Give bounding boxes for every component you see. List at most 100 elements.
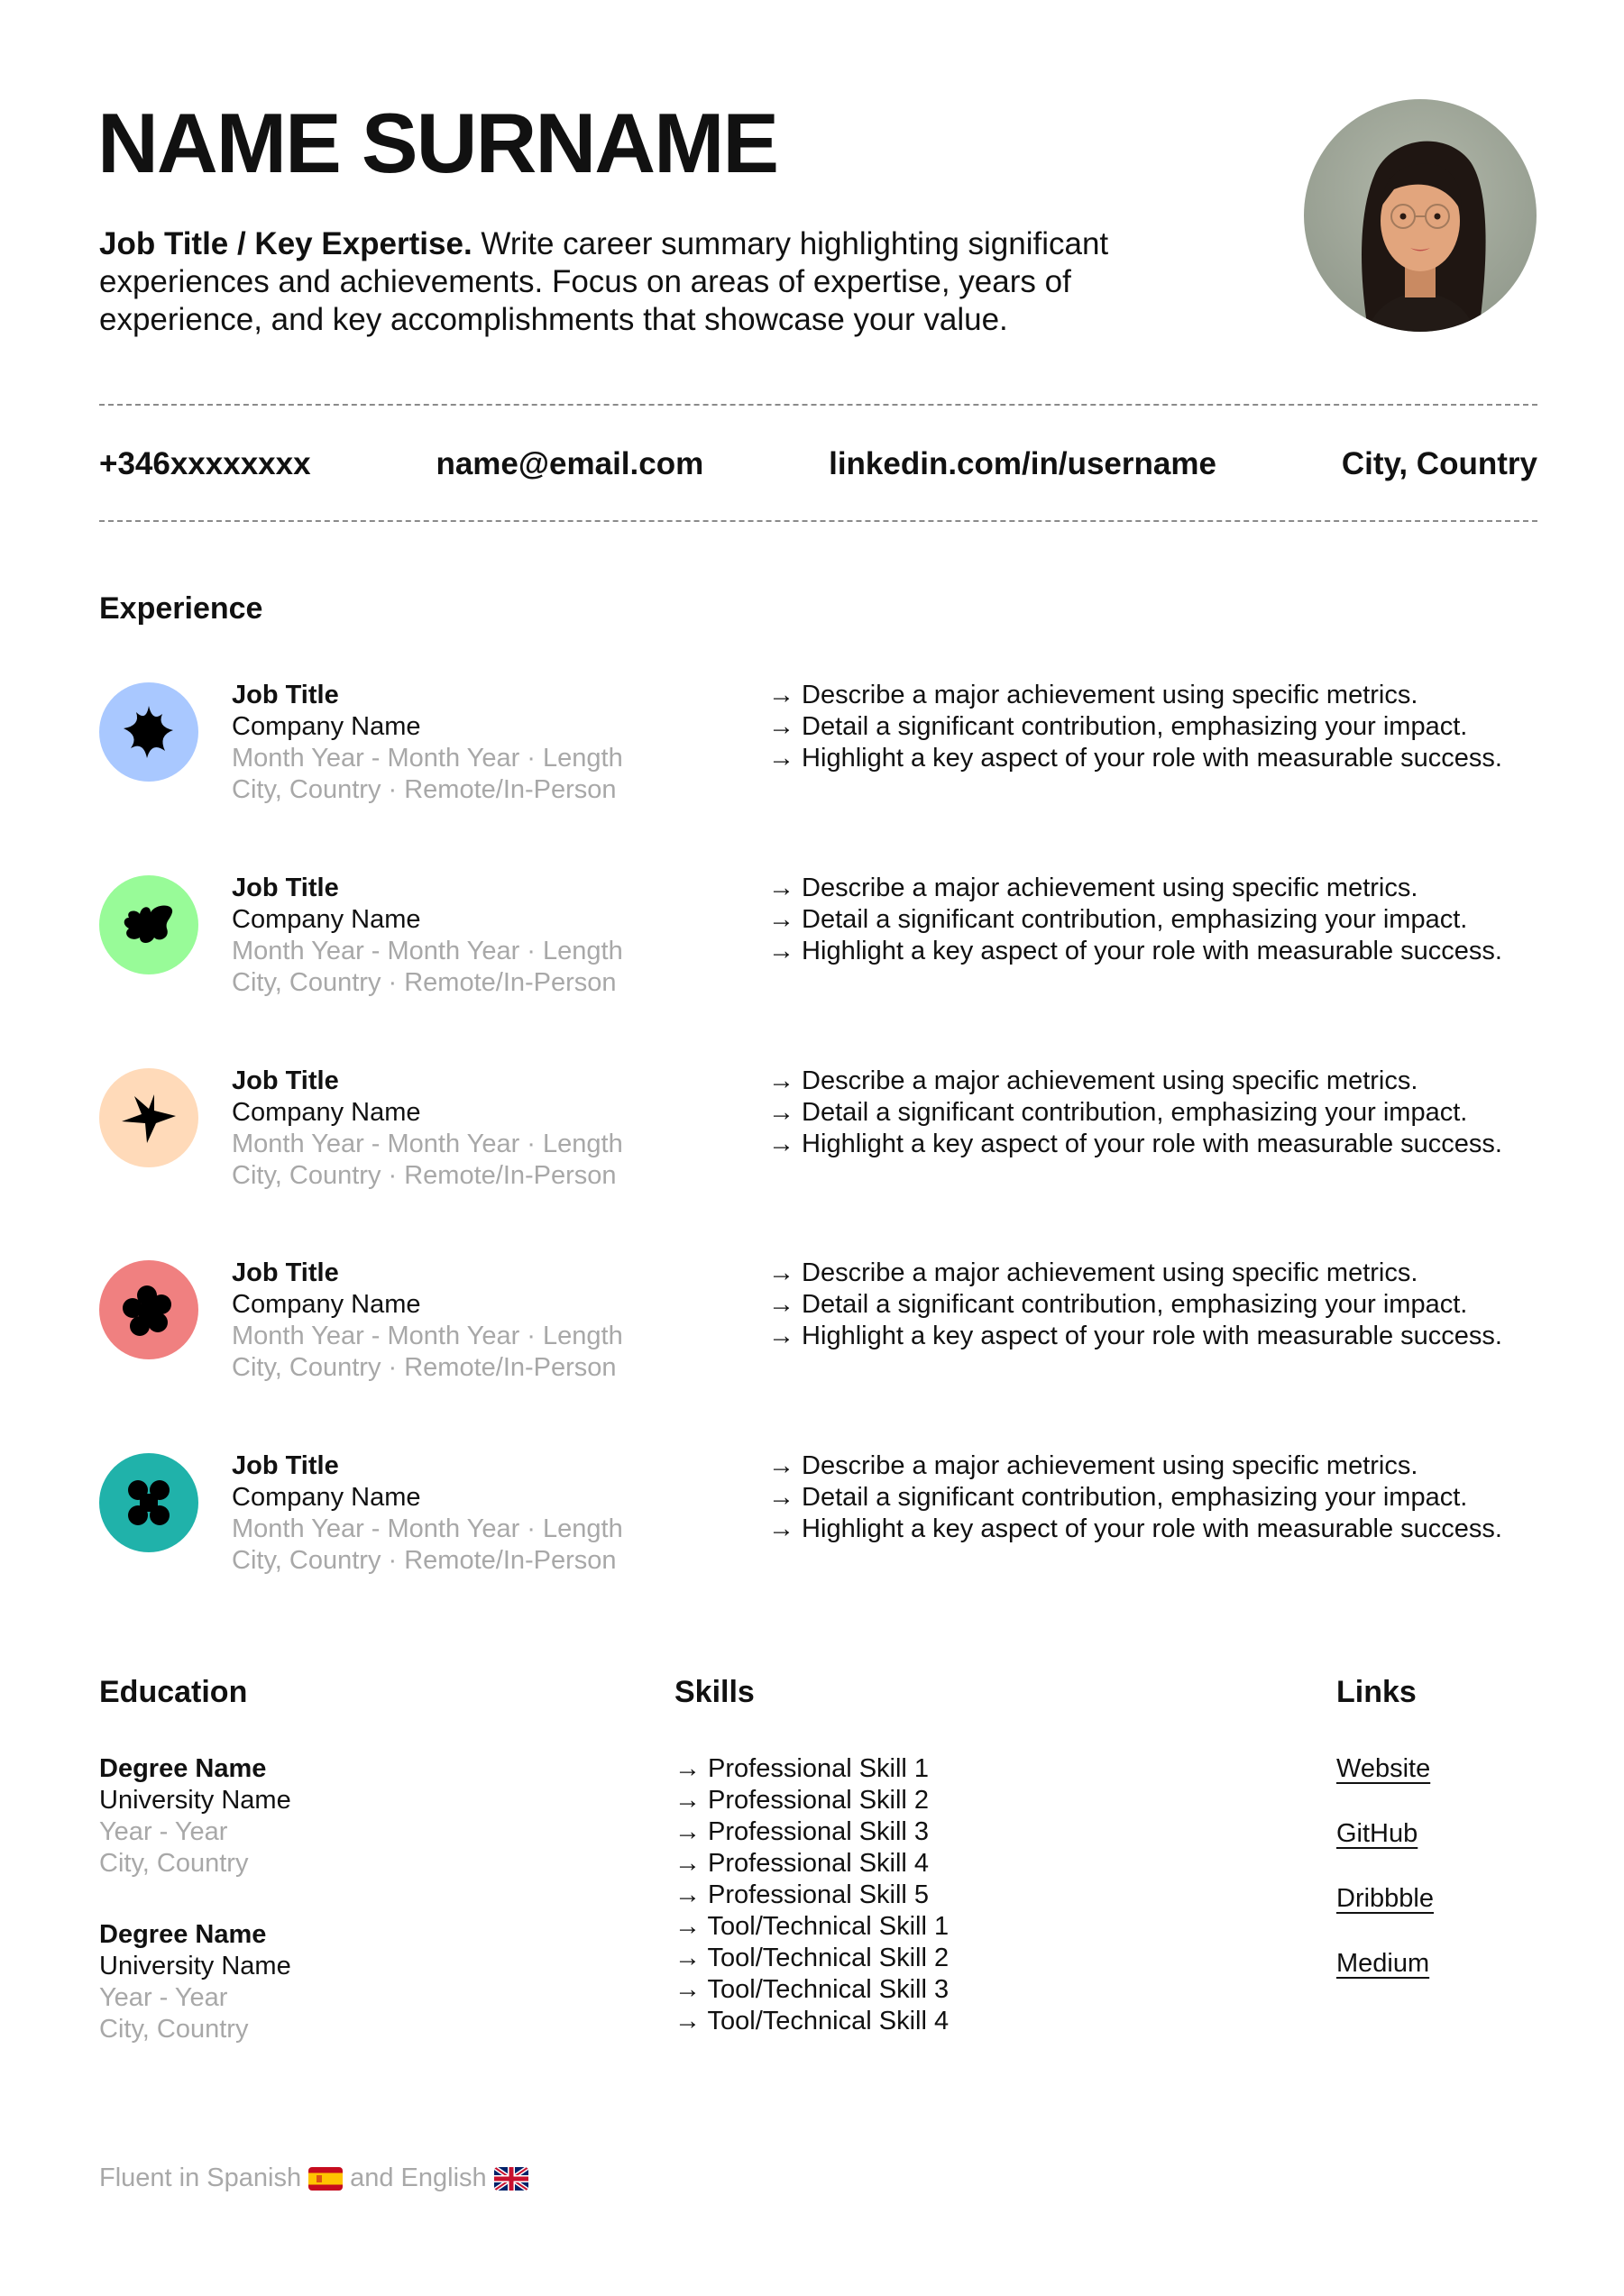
experience-item: Job Title Company Name Month Year - Mont… — [99, 1450, 1537, 1606]
name-heading: NAME SURNAME — [97, 96, 779, 190]
link-github[interactable]: GitHub — [1336, 1818, 1434, 1850]
contact-location: City, Country — [1341, 446, 1537, 481]
bullet: → Highlight a key aspect of your role wi… — [768, 1514, 1502, 1543]
experience-badge — [99, 1453, 198, 1552]
experience-bullets: → Describe a major achievement using spe… — [768, 873, 1502, 967]
experience-meta: Job Title Company Name Month Year - Mont… — [232, 873, 623, 999]
experience-badge — [99, 1068, 198, 1167]
experience-meta: Job Title Company Name Month Year - Mont… — [232, 1066, 623, 1192]
star-icon — [122, 1094, 176, 1143]
education-list: Degree Name University Name Year - Year … — [99, 1753, 291, 2045]
link-medium[interactable]: Medium — [1336, 1948, 1434, 1980]
job-dates: Month Year - Month Year · Length — [232, 1130, 623, 1158]
company-name: Company Name — [232, 1098, 421, 1127]
job-location: City, Country · Remote/In-Person — [232, 1161, 617, 1190]
education-item: Degree Name University Name Year - Year … — [99, 1919, 291, 2045]
skills-heading: Skills — [674, 1675, 755, 1709]
education-item: Degree Name University Name Year - Year … — [99, 1753, 291, 1880]
experience-item: Job Title Company Name Month Year - Mont… — [99, 1258, 1537, 1413]
bullet: → Detail a significant contribution, emp… — [768, 1290, 1468, 1319]
bullet: → Detail a significant contribution, emp… — [768, 712, 1468, 741]
company-name: Company Name — [232, 905, 421, 934]
language-text-1: Fluent in Spanish — [99, 2163, 302, 2192]
job-dates: Month Year - Month Year · Length — [232, 744, 623, 773]
company-name: Company Name — [232, 1483, 421, 1512]
experience-bullets: → Describe a major achievement using spe… — [768, 1258, 1502, 1352]
bullet: → Highlight a key aspect of your role wi… — [768, 1322, 1502, 1350]
summary-lead: Job Title / Key Expertise. — [99, 226, 473, 261]
contact-phone[interactable]: +346xxxxxxxx — [99, 446, 311, 482]
contact-row: +346xxxxxxxx name@email.com linkedin.com… — [99, 446, 1537, 482]
divider-bottom — [99, 520, 1537, 522]
experience-meta: Job Title Company Name Month Year - Mont… — [232, 680, 623, 806]
uk-flag-icon — [493, 2166, 528, 2191]
contact-linkedin[interactable]: linkedin.com/in/username — [829, 446, 1216, 482]
bullet: → Highlight a key aspect of your role wi… — [768, 937, 1502, 965]
bullet: → Describe a major achievement using spe… — [768, 1066, 1418, 1095]
experience-badge — [99, 1260, 198, 1359]
job-location: City, Country · Remote/In-Person — [232, 968, 617, 997]
bullet: → Detail a significant contribution, emp… — [768, 1483, 1468, 1512]
skill-item: → Tool/Technical Skill 4 — [674, 2007, 950, 2035]
company-name: Company Name — [232, 1290, 421, 1319]
education-location: City, Country — [99, 2015, 249, 2044]
university-name: University Name — [99, 1952, 291, 1980]
language-text-2: and English — [350, 2163, 487, 2192]
link-website[interactable]: Website — [1336, 1753, 1434, 1785]
skill-item: → Tool/Technical Skill 2 — [674, 1944, 950, 1972]
job-title: Job Title — [232, 1258, 339, 1287]
links-heading: Links — [1336, 1675, 1417, 1709]
skill-item: → Tool/Technical Skill 3 — [674, 1975, 950, 2004]
skill-item: → Professional Skill 1 — [674, 1754, 930, 1783]
skill-item: → Professional Skill 2 — [674, 1786, 930, 1815]
job-dates: Month Year - Month Year · Length — [232, 937, 623, 965]
job-location: City, Country · Remote/In-Person — [232, 1546, 617, 1575]
degree-name: Degree Name — [99, 1920, 267, 1949]
experience-bullets: → Describe a major achievement using spe… — [768, 1450, 1502, 1545]
flower-icon — [123, 1285, 171, 1336]
bullet: → Describe a major achievement using spe… — [768, 1451, 1418, 1480]
experience-heading: Experience — [99, 591, 263, 626]
experience-meta: Job Title Company Name Month Year - Mont… — [232, 1258, 623, 1384]
skill-item: → Tool/Technical Skill 1 — [674, 1912, 950, 1941]
link-dribbble[interactable]: Dribbble — [1336, 1883, 1434, 1915]
experience-bullets: → Describe a major achievement using spe… — [768, 1066, 1502, 1160]
contact-email[interactable]: name@email.com — [436, 446, 703, 482]
education-years: Year - Year — [99, 1817, 228, 1846]
job-title: Job Title — [232, 1451, 339, 1480]
experience-item: Job Title Company Name Month Year - Mont… — [99, 1066, 1537, 1221]
spain-flag-icon — [308, 2166, 344, 2191]
degree-name: Degree Name — [99, 1754, 267, 1783]
job-dates: Month Year - Month Year · Length — [232, 1322, 623, 1350]
education-heading: Education — [99, 1675, 248, 1709]
job-dates: Month Year - Month Year · Length — [232, 1514, 623, 1543]
experience-item: Job Title Company Name Month Year - Mont… — [99, 680, 1537, 836]
career-summary: Job Title / Key Expertise. Write career … — [99, 225, 1145, 339]
job-location: City, Country · Remote/In-Person — [232, 775, 617, 804]
bullet: → Describe a major achievement using spe… — [768, 681, 1418, 709]
skill-item: → Professional Skill 5 — [674, 1880, 930, 1909]
job-title: Job Title — [232, 874, 339, 902]
education-years: Year - Year — [99, 1983, 228, 2012]
bullet: → Describe a major achievement using spe… — [768, 874, 1418, 902]
job-title: Job Title — [232, 1066, 339, 1095]
experience-badge — [99, 682, 198, 782]
experience-badge — [99, 875, 198, 974]
company-name: Company Name — [232, 712, 421, 741]
bullet: → Highlight a key aspect of your role wi… — [768, 744, 1502, 773]
skills-list: → Professional Skill 1 → Professional Sk… — [674, 1753, 949, 2037]
bullet: → Detail a significant contribution, emp… — [768, 1098, 1468, 1127]
languages-footer: Fluent in Spanish and English — [99, 2163, 528, 2193]
bullet: → Describe a major achievement using spe… — [768, 1258, 1418, 1287]
job-title: Job Title — [232, 681, 339, 709]
skill-item: → Professional Skill 3 — [674, 1817, 930, 1846]
links-list: Website GitHub Dribbble Medium — [1336, 1753, 1434, 2013]
experience-bullets: → Describe a major achievement using spe… — [768, 680, 1502, 774]
university-name: University Name — [99, 1786, 291, 1815]
bullet: → Highlight a key aspect of your role wi… — [768, 1130, 1502, 1158]
portrait-photo — [1304, 99, 1537, 332]
sparkle-star-icon — [124, 706, 173, 758]
blob-butterfly-icon — [124, 905, 173, 943]
job-location: City, Country · Remote/In-Person — [232, 1353, 617, 1382]
divider-top — [99, 404, 1537, 406]
